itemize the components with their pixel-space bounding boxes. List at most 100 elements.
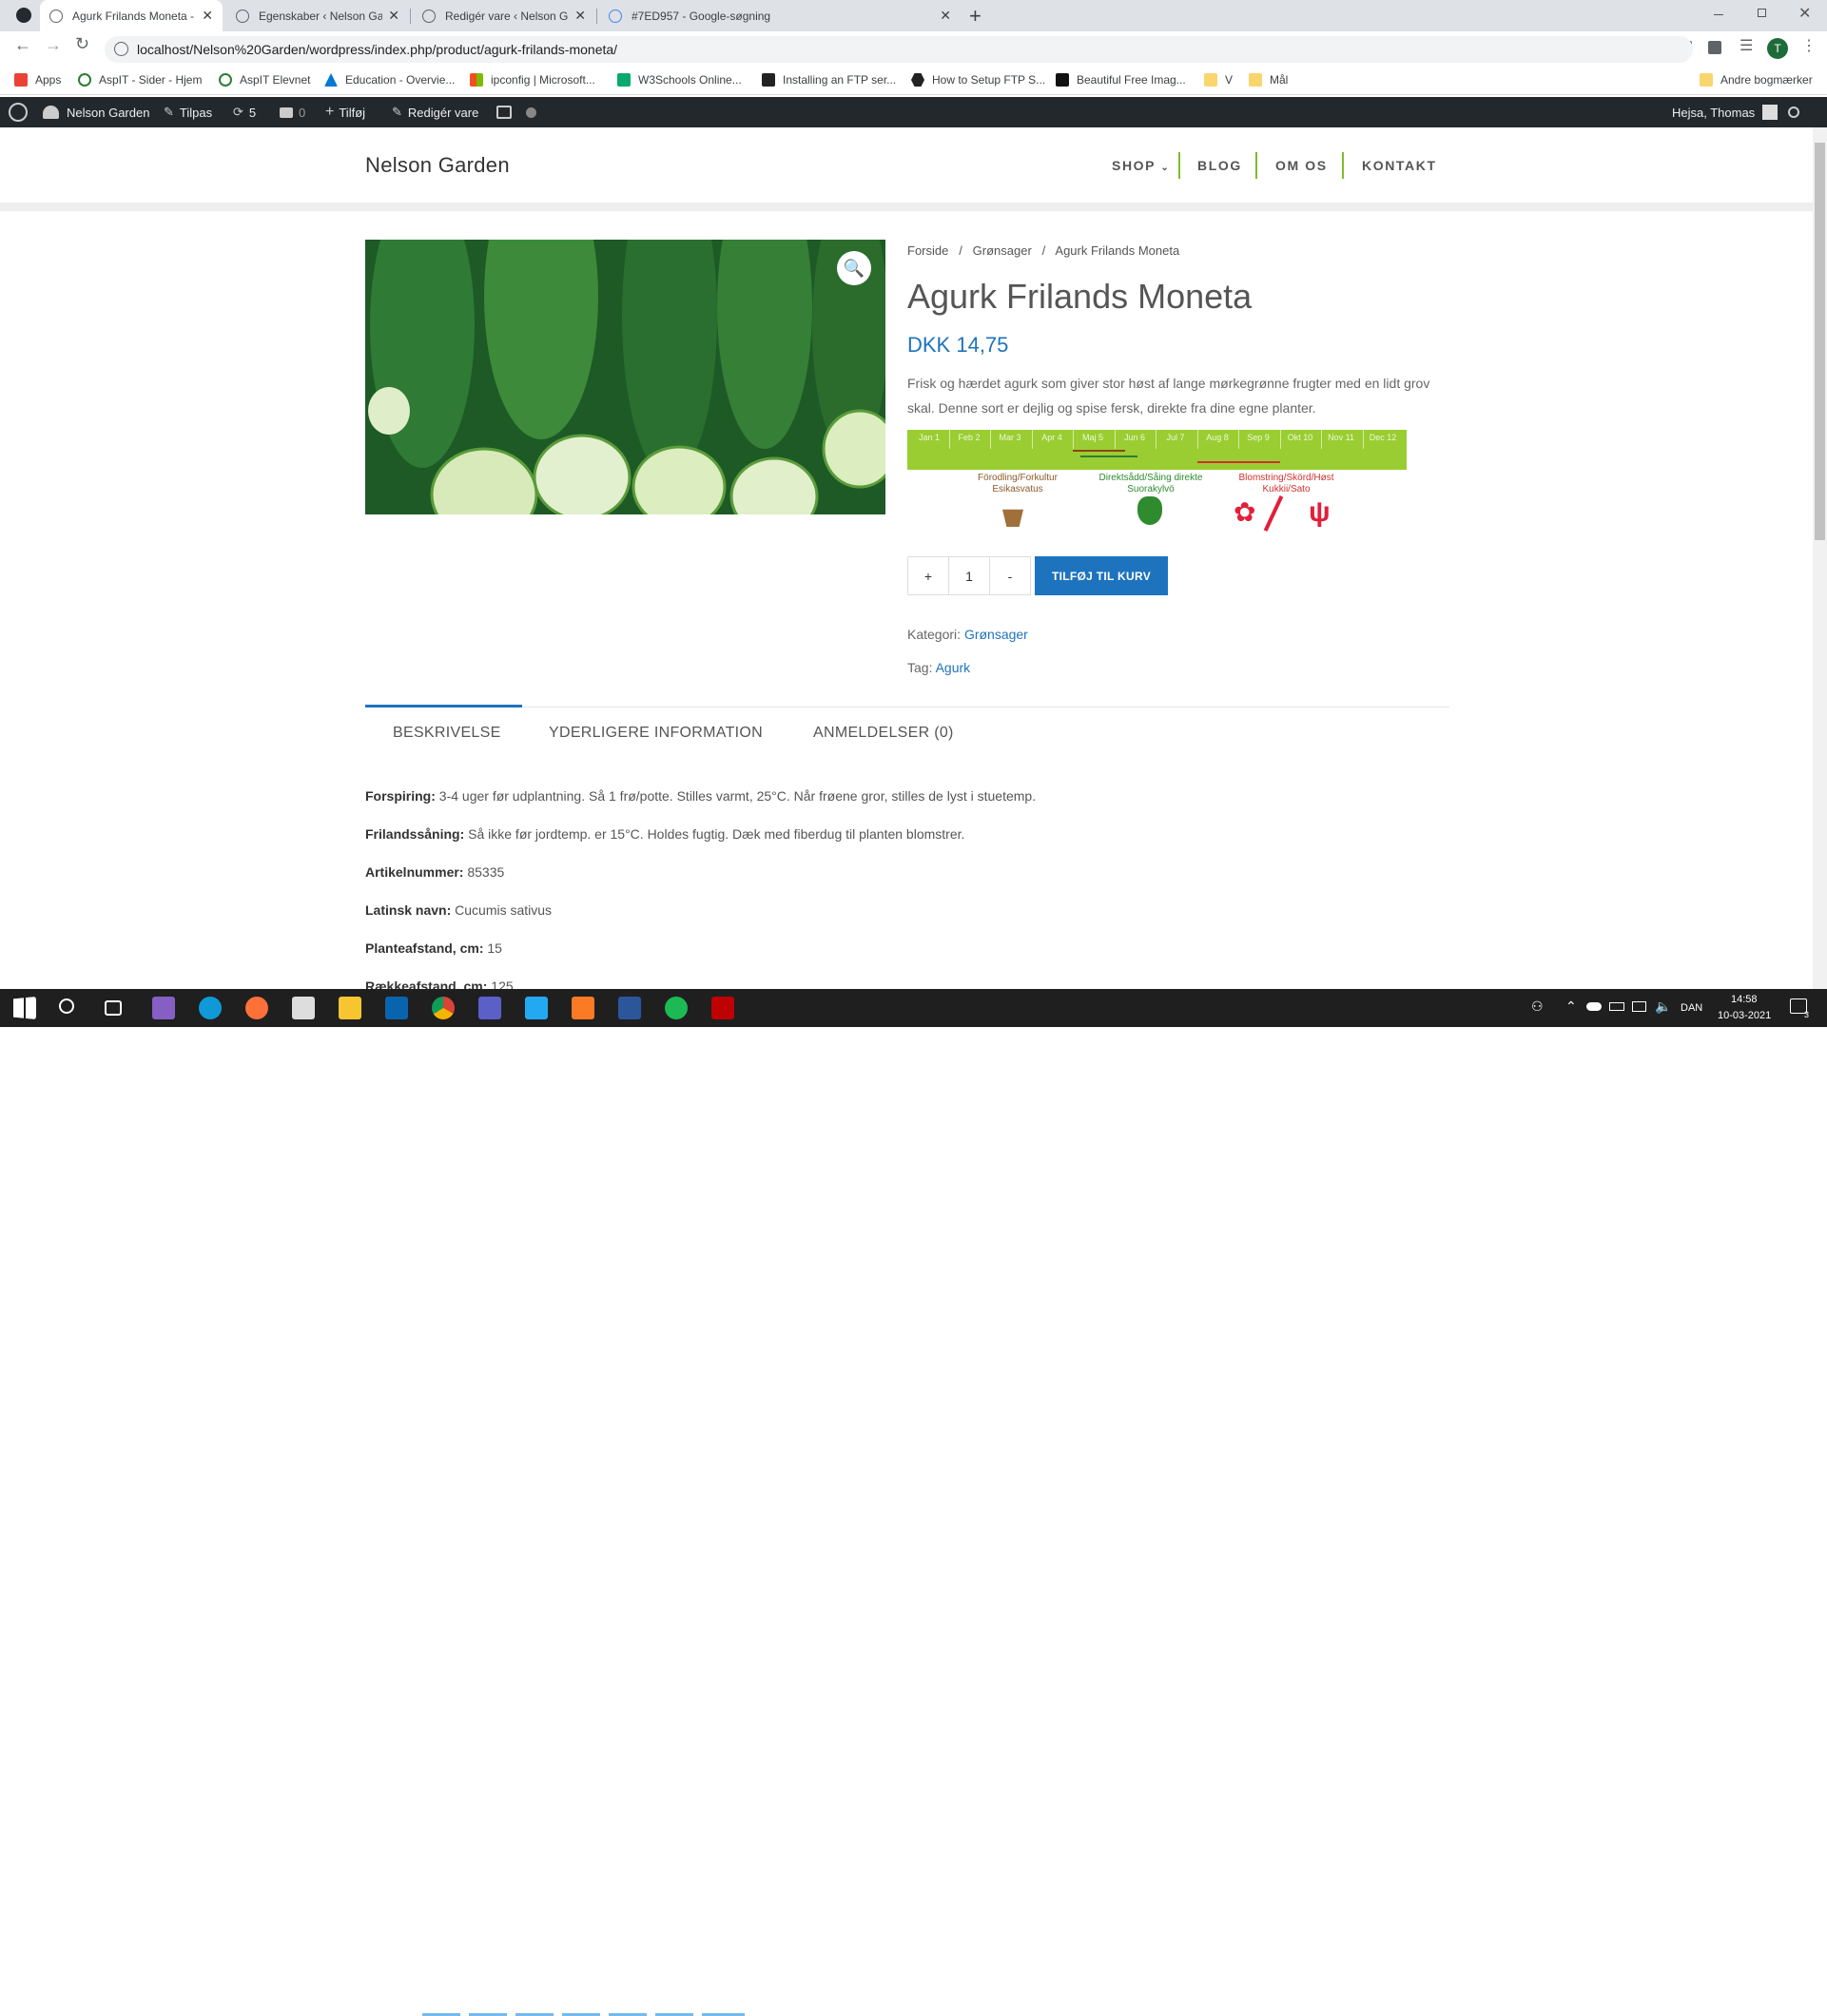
onedrive-icon[interactable] (1586, 1002, 1602, 1011)
wp-updates[interactable]: ⟳ 5 (233, 97, 256, 127)
url-bar[interactable]: localhost/Nelson%20Garden/wordpress/inde… (105, 36, 1693, 63)
clock-time[interactable]: 14:58 (1731, 994, 1758, 1005)
filezilla-icon[interactable] (711, 997, 734, 1019)
reading-list-icon[interactable]: ☰ (1740, 36, 1753, 55)
xampp-icon[interactable] (572, 997, 594, 1019)
puzzle-extension-icon[interactable] (1708, 41, 1721, 54)
wp-account[interactable]: Hejsa, Thomas (1672, 97, 1778, 127)
zoom-icon[interactable]: 🔍 (837, 251, 871, 285)
wp-add-new[interactable]: + Tilføj (325, 97, 365, 127)
yoast-icon[interactable] (496, 97, 512, 127)
teams-icon[interactable] (478, 997, 501, 1019)
breadcrumb-home[interactable]: Forside (907, 243, 948, 258)
minimize-icon[interactable] (1714, 14, 1723, 15)
bookmark-apps[interactable]: Apps (14, 73, 61, 87)
qty-plus-button[interactable]: + (908, 557, 949, 594)
network-icon[interactable] (1632, 1001, 1646, 1012)
apps-icon (14, 73, 28, 87)
folder-icon (1700, 73, 1713, 87)
product-image[interactable] (365, 240, 885, 514)
qty-minus-button[interactable]: - (990, 557, 1030, 594)
close-icon[interactable]: ✕ (388, 8, 399, 24)
other-bookmarks[interactable]: Andre bogmærker (1700, 73, 1813, 87)
tag-link[interactable]: Agurk (936, 660, 971, 675)
browser-tab[interactable]: #7ED957 - Google-søgning ✕ (599, 0, 961, 31)
menu-icon[interactable]: ⋮ (1801, 36, 1817, 55)
back-icon[interactable]: ← (14, 35, 31, 55)
bookmark-folder[interactable]: V (1204, 73, 1233, 87)
task-view-icon[interactable] (105, 1000, 122, 1016)
wordpress-icon[interactable] (9, 97, 28, 127)
browser-tab[interactable]: Egenskaber ‹ Nelson Garden — V ✕ (226, 0, 409, 31)
tab-additional-info[interactable]: YDERLIGERE INFORMATION (549, 725, 763, 742)
breadcrumb-category[interactable]: Grønsager (973, 243, 1032, 258)
scrollbar-thumb[interactable] (1815, 143, 1825, 540)
browser-tab[interactable]: Redigér vare ‹ Nelson Garden — ✕ (413, 0, 595, 31)
nav-om-os[interactable]: OM OS (1275, 158, 1328, 173)
reload-icon[interactable]: ↻ (75, 34, 89, 54)
language-indicator[interactable]: DAN (1681, 1002, 1702, 1014)
detail-label: Artikelnummer: (365, 864, 464, 880)
bookmark-item[interactable]: Education - Overvie... (324, 73, 455, 87)
bookmark-folder[interactable]: Mål (1249, 73, 1288, 87)
store-icon[interactable] (292, 997, 315, 1019)
bookmark-item[interactable]: ipconfig | Microsoft... (470, 73, 595, 87)
bookmark-item[interactable]: How to Setup FTP S... (911, 73, 1045, 87)
close-icon[interactable]: ✕ (202, 8, 213, 24)
knife-icon (1263, 495, 1284, 532)
bookmark-item[interactable]: Installing an FTP ser... (762, 73, 896, 87)
cucumber-photo (365, 240, 885, 514)
close-icon[interactable]: ✕ (940, 8, 951, 24)
close-icon[interactable]: ✕ (574, 8, 586, 24)
bookmark-item[interactable]: W3Schools Online... (617, 73, 742, 87)
new-tab-button[interactable]: + (969, 4, 982, 29)
nav-shop[interactable]: SHOP ⌄ (1112, 158, 1170, 173)
restore-icon[interactable] (1758, 9, 1766, 17)
windows-start-icon[interactable] (13, 997, 36, 1019)
word-icon[interactable] (618, 997, 641, 1019)
tab-reviews[interactable]: ANMELDELSER (0) (813, 725, 954, 742)
bookmark-item[interactable]: AspIT - Sider - Hjem (78, 73, 202, 87)
calendar-month: Mar 3 (999, 433, 1021, 442)
qty-input[interactable]: 1 (949, 557, 990, 594)
edge-icon[interactable] (199, 997, 222, 1019)
file-explorer-icon[interactable] (339, 997, 361, 1019)
wp-comments[interactable]: 0 (280, 97, 305, 127)
close-window-icon[interactable]: ✕ (1798, 4, 1811, 23)
profile-avatar[interactable]: T (1767, 38, 1788, 59)
sowing-calendar: Jan 1 Feb 2 Mar 3 Apr 4 Maj 5 Jun 6 Jul … (907, 430, 1407, 470)
chevron-up-icon[interactable]: ⌃ (1565, 998, 1577, 1015)
add-to-cart-button[interactable]: TILFØJ TIL KURV (1035, 556, 1168, 595)
microsoft-icon (470, 73, 483, 87)
wp-edit-product[interactable]: ✎ Redigér vare (392, 97, 478, 127)
hexagon-icon (911, 73, 924, 87)
bookmark-item[interactable]: AspIT Elevnet (219, 73, 310, 87)
category-link[interactable]: Grønsager (964, 627, 1028, 642)
search-icon[interactable] (1788, 97, 1799, 127)
chrome-icon[interactable] (432, 997, 455, 1019)
wp-customize[interactable]: ✎ Tilpas (164, 97, 212, 127)
vscode-icon[interactable] (525, 997, 548, 1019)
browser-tab-active[interactable]: Agurk Frilands Moneta - Nelson ✕ (40, 0, 223, 31)
nav-shop-label: SHOP (1112, 158, 1156, 173)
nav-divider (1342, 152, 1344, 179)
firefox-icon[interactable] (245, 997, 268, 1019)
wp-add-new-label: Tilføj (339, 105, 366, 120)
search-icon[interactable] (59, 998, 74, 1014)
bookmark-label: How to Setup FTP S... (932, 73, 1046, 87)
nav-blog[interactable]: BLOG (1197, 158, 1242, 173)
detail-label: Rækkeafstand, cm: (365, 979, 488, 989)
bookmark-item[interactable]: Beautiful Free Imag... (1056, 73, 1186, 87)
spotify-icon[interactable] (665, 997, 688, 1019)
visual-studio-icon[interactable] (152, 997, 175, 1019)
people-icon[interactable]: ⚇ (1531, 998, 1544, 1015)
wp-site-link[interactable]: Nelson Garden (43, 97, 149, 127)
nav-kontakt[interactable]: KONTAKT (1362, 158, 1437, 173)
comment-icon (280, 107, 293, 118)
volume-icon[interactable]: 🔈 (1655, 998, 1671, 1015)
tab-description[interactable]: BESKRIVELSE (393, 725, 501, 742)
outlook-icon[interactable] (385, 997, 408, 1019)
site-title[interactable]: Nelson Garden (365, 153, 510, 178)
clock-date[interactable]: 10-03-2021 (1718, 1010, 1771, 1021)
forward-icon[interactable]: → (45, 35, 62, 55)
